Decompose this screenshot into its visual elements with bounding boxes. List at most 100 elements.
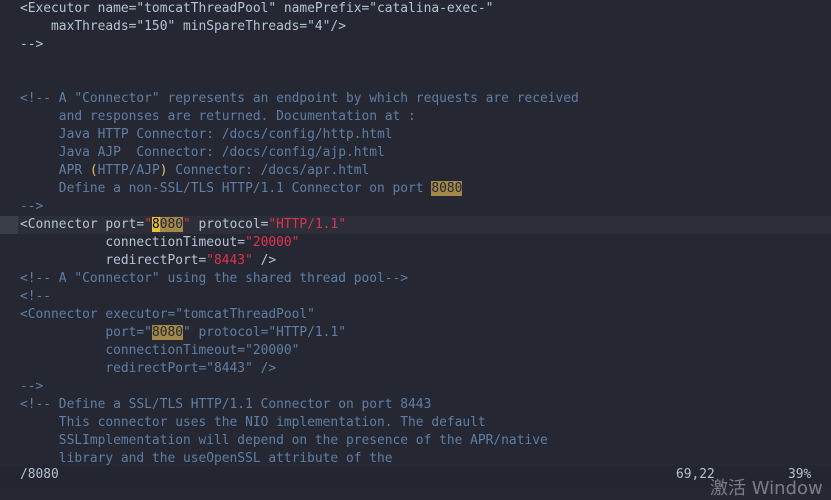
line-gutter <box>0 0 18 18</box>
code-line[interactable]: <!-- A "Connector" using the shared thre… <box>0 270 831 288</box>
code-token: connectionTimeout="20000" <box>20 343 300 358</box>
code-line[interactable] <box>0 72 831 90</box>
code-token: <!-- A "Connector" represents an endpoin… <box>20 91 579 106</box>
code-token: /> <box>252 253 277 268</box>
code-line[interactable]: maxThreads="150" minSpareThreads="4"/> <box>0 18 831 36</box>
code-line[interactable]: --> <box>0 36 831 54</box>
search-command[interactable]: /8080 <box>20 466 59 484</box>
code-line[interactable]: <!-- <box>0 288 831 306</box>
code-token: connectionTimeout= <box>20 235 246 250</box>
line-gutter <box>0 126 18 144</box>
line-text: redirectPort="8443" /> <box>20 252 276 270</box>
code-token: " protocol="HTTP/1.1" <box>182 325 346 340</box>
code-line[interactable] <box>0 54 831 72</box>
code-token: port=" <box>20 325 152 340</box>
code-token: --> <box>20 379 44 394</box>
line-gutter <box>0 252 18 270</box>
code-token: SSLImplementation will depend on the pre… <box>20 433 548 448</box>
line-gutter <box>0 270 18 288</box>
code-token: <Executor name="tomcatThreadPool" namePr… <box>20 1 494 16</box>
line-text: maxThreads="150" minSpareThreads="4"/> <box>20 18 346 36</box>
code-token: --> <box>20 199 44 214</box>
code-token: Define a non-SSL/TLS HTTP/1.1 Connector … <box>20 181 432 196</box>
code-token: library and the useOpenSSL attribute of … <box>20 451 393 466</box>
line-gutter <box>0 396 18 414</box>
line-text: Java AJP Connector: /docs/config/ajp.htm… <box>20 144 385 162</box>
line-text: Define a non-SSL/TLS HTTP/1.1 Connector … <box>20 180 463 198</box>
code-line[interactable]: <Executor name="tomcatThreadPool" namePr… <box>0 0 831 18</box>
line-text: This connector uses the NIO implementati… <box>20 414 486 432</box>
code-token: ( <box>89 163 98 178</box>
code-token: <Connector port= <box>20 217 145 232</box>
code-line[interactable]: connectionTimeout="20000" <box>0 234 831 252</box>
code-line[interactable]: Define a non-SSL/TLS HTTP/1.1 Connector … <box>0 180 831 198</box>
line-gutter <box>0 360 18 378</box>
line-text: redirectPort="8443" /> <box>20 360 276 378</box>
line-gutter <box>0 306 18 324</box>
line-gutter <box>0 162 18 180</box>
line-text: <!-- A "Connector" represents an endpoin… <box>20 90 579 108</box>
line-text: connectionTimeout="20000" <box>20 342 299 360</box>
code-line[interactable]: SSLImplementation will depend on the pre… <box>0 432 831 450</box>
code-line[interactable]: APR (HTTP/AJP) Connector: /docs/apr.html <box>0 162 831 180</box>
code-token: Java HTTP Connector: /docs/config/http.h… <box>20 127 393 142</box>
code-line[interactable]: <!-- A "Connector" represents an endpoin… <box>0 90 831 108</box>
code-line[interactable]: --> <box>0 198 831 216</box>
line-gutter <box>0 234 18 252</box>
code-token: <Connector executor="tomcatThreadPool" <box>20 307 315 322</box>
code-token: Connector: /docs/apr.html <box>167 163 370 178</box>
code-token: <!-- <box>20 289 52 304</box>
code-token: "8443" <box>206 253 253 268</box>
code-line[interactable]: connectionTimeout="20000" <box>0 342 831 360</box>
code-line[interactable]: redirectPort="8443" /> <box>0 360 831 378</box>
line-gutter <box>0 288 18 306</box>
code-token: " <box>183 217 191 232</box>
code-token: APR <box>20 163 90 178</box>
code-token: Java AJP Connector: /docs/config/ajp.htm… <box>20 145 385 160</box>
code-token: <!-- A "Connector" using the shared thre… <box>20 271 409 286</box>
code-line[interactable]: <Connector port="8080" protocol="HTTP/1.… <box>0 216 831 234</box>
line-gutter <box>0 90 18 108</box>
code-token: and responses are returned. Documentatio… <box>20 109 416 124</box>
code-token: "HTTP/1.1" <box>268 217 346 232</box>
code-token: redirectPort="8443" /> <box>20 361 277 376</box>
code-line[interactable]: port="8080" protocol="HTTP/1.1" <box>0 324 831 342</box>
code-line[interactable]: redirectPort="8443" /> <box>0 252 831 270</box>
status-line: /8080 69,22 39% <box>0 466 831 488</box>
line-gutter <box>0 342 18 360</box>
search-match: 080 <box>159 217 184 232</box>
editor-buffer[interactable]: <Executor name="tomcatThreadPool" namePr… <box>0 0 831 466</box>
line-text: --> <box>20 198 43 216</box>
line-gutter <box>0 54 18 72</box>
line-text: APR (HTTP/AJP) Connector: /docs/apr.html <box>20 162 369 180</box>
code-line[interactable]: Java AJP Connector: /docs/config/ajp.htm… <box>0 144 831 162</box>
cursor-position: 69,22 <box>676 467 715 482</box>
code-token: " <box>144 217 152 232</box>
line-gutter <box>0 378 18 396</box>
line-text: and responses are returned. Documentatio… <box>20 108 416 126</box>
line-gutter <box>0 216 18 234</box>
line-text: <!-- <box>20 288 51 306</box>
code-line[interactable]: --> <box>0 378 831 396</box>
line-gutter <box>0 18 18 36</box>
search-match: 8080 <box>151 325 183 340</box>
line-text: <!-- A "Connector" using the shared thre… <box>20 270 408 288</box>
line-text: SSLImplementation will depend on the pre… <box>20 432 548 450</box>
code-token: maxThreads="150" minSpareThreads="4"/> <box>20 19 346 34</box>
code-line[interactable]: <!-- Define a SSL/TLS HTTP/1.1 Connector… <box>0 396 831 414</box>
code-line[interactable]: <Connector executor="tomcatThreadPool" <box>0 306 831 324</box>
code-line[interactable]: and responses are returned. Documentatio… <box>0 108 831 126</box>
code-token: <!-- Define a SSL/TLS HTTP/1.1 Connector… <box>20 397 432 412</box>
line-gutter <box>0 72 18 90</box>
code-token: HTTP/AJP <box>97 163 160 178</box>
search-match: 8080 <box>431 181 463 196</box>
code-token: protocol= <box>190 217 269 232</box>
line-gutter <box>0 36 18 54</box>
code-token: This connector uses the NIO implementati… <box>20 415 486 430</box>
code-token: --> <box>20 37 44 52</box>
line-text: connectionTimeout="20000" <box>20 234 299 252</box>
activation-watermark: 激活 Window <box>710 478 823 499</box>
code-line[interactable]: This connector uses the NIO implementati… <box>0 414 831 432</box>
code-line[interactable]: Java HTTP Connector: /docs/config/http.h… <box>0 126 831 144</box>
line-text: <Connector executor="tomcatThreadPool" <box>20 306 315 324</box>
